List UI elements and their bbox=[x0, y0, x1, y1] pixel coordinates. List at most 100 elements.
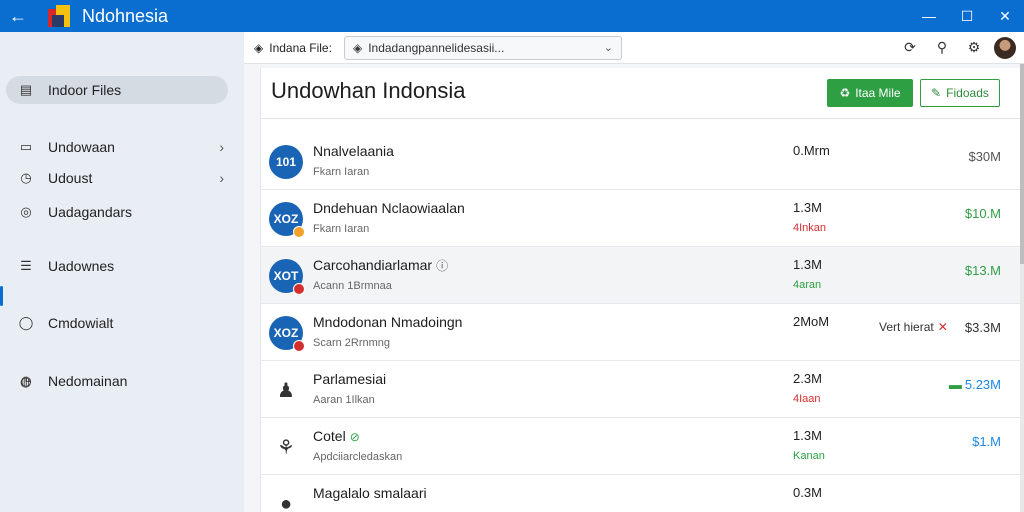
address-dropdown[interactable]: ◈ Indadangpannelidesasii... ⌄ bbox=[343, 35, 622, 60]
main-panel: Undowhan Indonsia ♻ Itaa Mile ✎ Fidoads … bbox=[260, 68, 1021, 512]
file-size: 2.3M bbox=[793, 371, 822, 386]
sidebar-item-label: Udoust bbox=[48, 170, 93, 186]
file-status: 4Iaan bbox=[793, 393, 821, 405]
file-status: 4aran bbox=[793, 279, 822, 291]
info-icon[interactable]: ⓘ bbox=[436, 259, 448, 273]
file-value-text: $13.M bbox=[964, 263, 1001, 278]
file-name: Dndehuan Nclaowiaalan bbox=[313, 200, 465, 216]
thumbnail-text: XOZ bbox=[273, 326, 299, 340]
file-subtitle: Scarn 2Rrnmng bbox=[313, 337, 391, 349]
file-value-text: $30M bbox=[968, 149, 1001, 164]
file-name-text: Magalalo smalaari bbox=[313, 485, 427, 501]
sidebar-item-uadownes[interactable]: ☰ Uadownes bbox=[6, 252, 228, 280]
file-size: 2MoM bbox=[793, 314, 830, 329]
close-icon[interactable]: ✕ bbox=[938, 320, 948, 334]
back-icon[interactable]: ← bbox=[0, 6, 36, 27]
status-badge bbox=[293, 340, 305, 352]
file-thumbnail: 101 bbox=[269, 145, 303, 179]
clock-icon: ◷ bbox=[20, 170, 32, 185]
file-name-text: Mndodonan Nmadoingn bbox=[313, 314, 463, 330]
sidebar-item-udoust[interactable]: ◷ Udoust › bbox=[6, 164, 228, 192]
file-size: 1.3M bbox=[793, 257, 822, 272]
selection-indicator bbox=[0, 286, 3, 306]
scrollbar-thumb[interactable] bbox=[1020, 64, 1024, 264]
file-name: Magalalo smalaari bbox=[313, 485, 427, 501]
thumbnail-text: XOT bbox=[273, 269, 299, 283]
close-button[interactable]: ✕ bbox=[986, 8, 1024, 25]
file-status: 4Inkan bbox=[793, 222, 827, 234]
toolbar: ◈ Indana File: ◈ Indadangpannelidesasii.… bbox=[244, 32, 1024, 64]
file-name: Nnalvelaania bbox=[313, 143, 394, 159]
list-item[interactable]: ♟ Parlamesiai Aaran 1Ilkan 2.3M 4Iaan ▬ 5.23M bbox=[261, 361, 1021, 418]
file-name: Mndodonan Nmadoingn bbox=[313, 314, 462, 330]
chevron-right-icon[interactable]: › bbox=[219, 170, 224, 186]
file-thumbnail: XOT bbox=[269, 259, 305, 295]
file-value-text: $3.3M bbox=[964, 320, 1001, 335]
file-name-text: Carcohandiarlamar bbox=[313, 257, 433, 273]
sidebar-item-label: Cmdowialt bbox=[48, 315, 114, 331]
app-logo bbox=[46, 3, 74, 29]
share-icon[interactable]: ⚲ bbox=[926, 39, 958, 56]
list-item[interactable]: XOZ Mndodonan Nmadoingn Scarn 2Rrnmng 2MoM V… bbox=[261, 304, 1021, 361]
recycle-icon: ♻ bbox=[839, 86, 851, 100]
file-name: Parlamesiai bbox=[313, 371, 386, 387]
folder-icon: ▭ bbox=[19, 139, 33, 154]
sidebar-item-label: Indoor Files bbox=[48, 82, 122, 98]
list-item[interactable]: XOZ Dndehuan Nclaowiaalan Fkarn Iaran 1.3M 4… bbox=[261, 190, 1021, 247]
file-value: $1.M bbox=[972, 434, 1001, 449]
file-thumbnail: XOZ bbox=[269, 202, 305, 238]
list-item[interactable]: XOT Carcohandiarlamar ⓘ Acann 1Brmnaa 1.3M 4a… bbox=[261, 247, 1021, 304]
file-subtitle: Acann 1Brmnaa bbox=[313, 280, 392, 292]
file-subtitle: Fkarn Iaran bbox=[313, 166, 370, 178]
sidebar-item-undowaan[interactable]: ▭ Undowaan › bbox=[6, 133, 228, 161]
file-thumbnail: XOZ bbox=[269, 316, 305, 352]
sidebar-item-indoor-files[interactable]: ▤ Indoor Files bbox=[6, 76, 228, 104]
bar-icon: ▬ bbox=[948, 377, 962, 392]
sidebar-item-label: Undowaan bbox=[48, 139, 115, 155]
thumbnail-text: ♟ bbox=[277, 379, 295, 402]
file-thumbnail: ♟ bbox=[269, 373, 303, 407]
file-subtitle: Aaran 1Ilkan bbox=[313, 394, 375, 406]
breadcrumb[interactable]: ◈ Indana File: bbox=[254, 41, 332, 55]
file-name-text: Cotel bbox=[313, 428, 346, 444]
breadcrumb-label: Indana File: bbox=[269, 40, 332, 55]
divider bbox=[261, 118, 1021, 119]
title-bar: ← Ndohnesia — ☐ ✕ bbox=[0, 0, 1024, 32]
gear-icon[interactable]: ⚙ bbox=[958, 39, 990, 56]
sidebar-item-nedomainan[interactable]: ◷ Nedomainan bbox=[6, 367, 228, 395]
info-icon[interactable]: ⊘ bbox=[350, 430, 360, 444]
refresh-icon[interactable]: ⟳ bbox=[894, 39, 926, 56]
file-name: Carcohandiarlamar ⓘ bbox=[313, 257, 448, 274]
list-item[interactable]: ● Magalalo smalaari 0.3M bbox=[261, 475, 1021, 512]
file-value-text: 5.23M bbox=[964, 377, 1001, 392]
list-item[interactable]: 101 Nnalvelaania Fkarn Iaran 0.Mrm $30M bbox=[261, 133, 1021, 190]
file-size: 1.3M bbox=[793, 200, 822, 215]
file-thumbnail: ● bbox=[269, 487, 303, 512]
file-subtitle: Apdciiarcledaskan bbox=[313, 451, 403, 463]
chevron-down-icon[interactable]: ⌄ bbox=[604, 41, 613, 54]
file-name-text: Nnalvelaania bbox=[313, 143, 394, 159]
sidebar-item-uadagandars[interactable]: ◎ Uadagandars bbox=[6, 198, 228, 226]
edit-button[interactable]: ✎ Fidoads bbox=[920, 79, 1000, 107]
sidebar: ▤ Indoor Files ▭ Undowaan › ◷ Udoust › ◎… bbox=[0, 32, 244, 512]
thumbnail-text: ⚘ bbox=[277, 436, 295, 459]
file-size: 1.3M bbox=[793, 428, 822, 443]
thumbnail-text: XOZ bbox=[273, 212, 299, 226]
avatar[interactable] bbox=[994, 36, 1016, 59]
sidebar-item-label: Uadagandars bbox=[48, 204, 133, 220]
maximize-button[interactable]: ☐ bbox=[948, 8, 986, 25]
new-file-button[interactable]: ♻ Itaa Mile bbox=[827, 79, 913, 107]
file-name-text: Dndehuan Nclaowiaalan bbox=[313, 200, 465, 216]
address-text: Indadangpannelidesasii... bbox=[368, 40, 505, 55]
chevron-right-icon[interactable]: › bbox=[219, 139, 224, 155]
file-subtitle: Fkarn Iaran bbox=[313, 223, 370, 235]
file-value-text: $10.M bbox=[964, 206, 1001, 221]
location-icon: ◈ bbox=[254, 40, 264, 55]
circle-icon: ◯ bbox=[18, 315, 34, 330]
sidebar-item-cmdowialt[interactable]: ◯ Cmdowialt bbox=[6, 309, 228, 337]
file-note-text: Vert hierat bbox=[879, 320, 934, 334]
list-item[interactable]: ⚘ Cotel ⊘ Apdciiarcledaskan 1.3M Kanan $1.M bbox=[261, 418, 1021, 475]
file-name: Cotel ⊘ bbox=[313, 428, 360, 444]
minimize-button[interactable]: — bbox=[910, 8, 948, 25]
files-icon: ▤ bbox=[19, 82, 33, 97]
